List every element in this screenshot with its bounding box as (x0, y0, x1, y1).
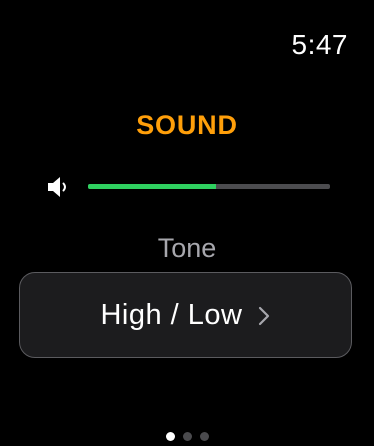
page-dot (165, 432, 175, 441)
tone-value: High / Low (100, 299, 243, 331)
page-dot (182, 432, 192, 441)
page-dot (199, 432, 209, 441)
volume-control[interactable] (46, 174, 336, 200)
tone-selector-button[interactable]: High / Low (19, 272, 352, 358)
page-title: SOUND (136, 110, 238, 140)
chevron-right-icon (258, 306, 269, 326)
speaker-icon (48, 177, 66, 197)
page-indicator (0, 432, 374, 441)
status-time: 5:47 (291, 29, 348, 60)
volume-fill (88, 184, 217, 189)
volume-slider[interactable] (88, 184, 330, 189)
tone-label: Tone (157, 233, 217, 263)
